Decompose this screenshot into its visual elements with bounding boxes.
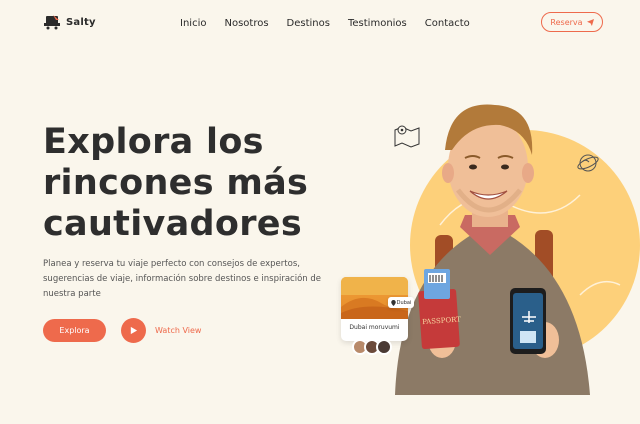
headline-line-2: rincones más: [43, 163, 309, 203]
headline-line-1: Explora los: [43, 122, 264, 162]
traveler-avatars: [352, 339, 392, 355]
destination-caption: Dubai moruvumi: [349, 324, 400, 331]
destination-card[interactable]: Dubai moruvumi: [341, 277, 408, 341]
nav-link-testimonios[interactable]: Testimonios: [348, 18, 407, 29]
explore-button[interactable]: Explora: [43, 319, 106, 342]
map-icon: [394, 125, 420, 148]
reserve-button[interactable]: Reserva: [541, 12, 603, 32]
nav-link-inicio[interactable]: Inicio: [180, 18, 206, 29]
nav-link-nosotros[interactable]: Nosotros: [224, 18, 268, 29]
nav-link-contacto[interactable]: Contacto: [425, 18, 470, 29]
explore-button-label: Explora: [59, 326, 90, 335]
play-icon: [130, 326, 138, 335]
globe-icon: [577, 154, 599, 172]
brand-logo[interactable]: Salty: [43, 14, 96, 30]
hero-subtitle: Planea y reserva tu viaje perfecto con c…: [43, 259, 322, 299]
pin-icon: [390, 299, 396, 306]
avatar: [376, 339, 392, 355]
location-tag-label: Dubai: [396, 299, 412, 306]
logo-icon: [44, 15, 60, 30]
headline-line-3: cautivadores: [43, 204, 302, 244]
nav-link-destinos[interactable]: Destinos: [287, 18, 330, 29]
top-navbar: Salty Inicio Nosotros Destinos Testimoni…: [0, 0, 640, 46]
main-menu: Inicio Nosotros Destinos Testimonios Con…: [180, 18, 470, 29]
location-tag: Dubai: [388, 297, 414, 308]
brand-name: Salty: [66, 16, 96, 28]
send-icon: [586, 18, 594, 26]
watch-view-link[interactable]: Watch View: [155, 326, 201, 335]
hero-headline: Explora los rincones más cautivadores: [43, 122, 373, 245]
play-button[interactable]: [121, 318, 146, 343]
reserve-button-label: Reserva: [550, 17, 583, 27]
